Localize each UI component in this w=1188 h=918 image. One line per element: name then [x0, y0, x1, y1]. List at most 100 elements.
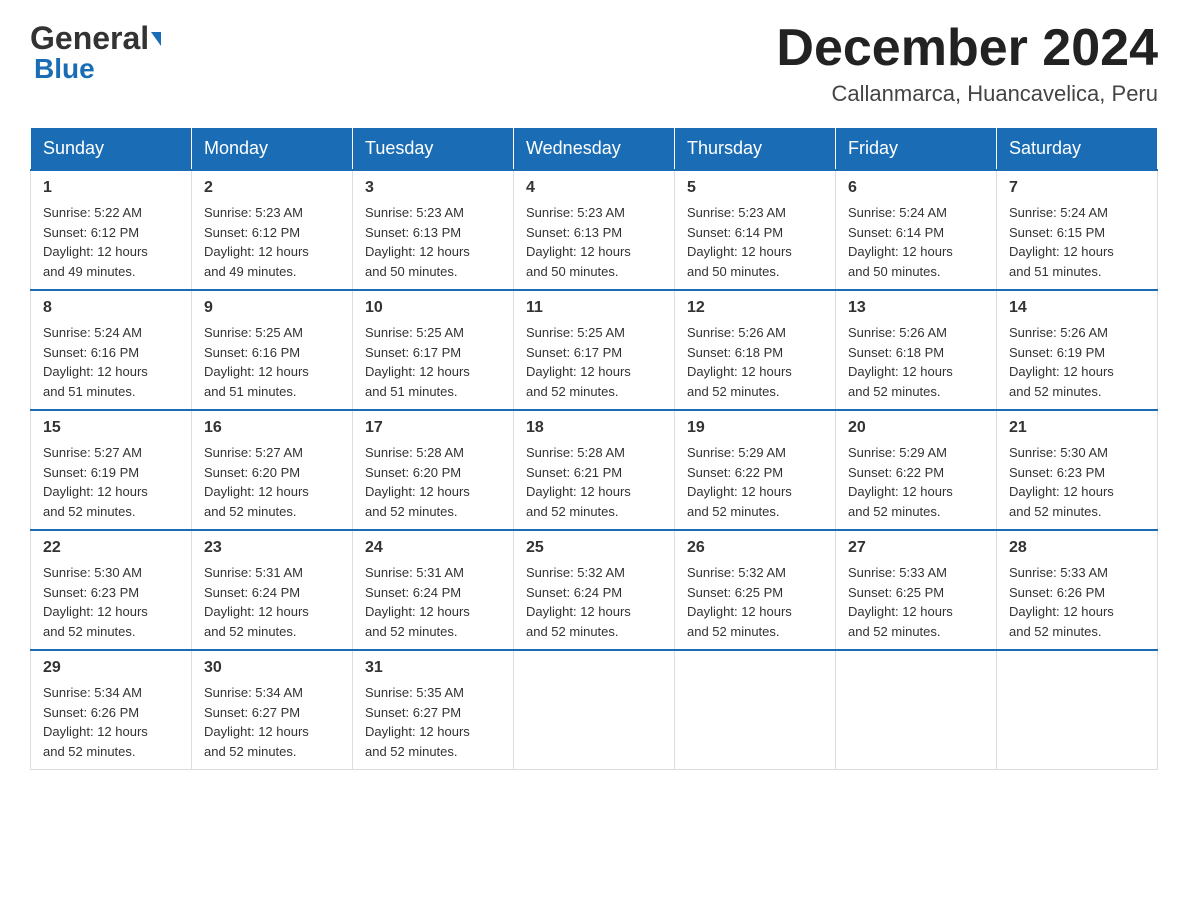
calendar-cell: 23 Sunrise: 5:31 AM Sunset: 6:24 PM Dayl…: [192, 530, 353, 650]
day-info: Sunrise: 5:31 AM Sunset: 6:24 PM Dayligh…: [365, 563, 501, 641]
day-of-week-header: Friday: [836, 128, 997, 171]
day-number: 31: [365, 659, 501, 677]
day-number: 5: [687, 179, 823, 197]
day-number: 2: [204, 179, 340, 197]
day-info: Sunrise: 5:23 AM Sunset: 6:14 PM Dayligh…: [687, 203, 823, 281]
title-block: December 2024 Callanmarca, Huancavelica,…: [776, 20, 1158, 107]
calendar-cell: 29 Sunrise: 5:34 AM Sunset: 6:26 PM Dayl…: [31, 650, 192, 770]
calendar-cell: 24 Sunrise: 5:31 AM Sunset: 6:24 PM Dayl…: [353, 530, 514, 650]
calendar-cell: 21 Sunrise: 5:30 AM Sunset: 6:23 PM Dayl…: [997, 410, 1158, 530]
day-number: 22: [43, 539, 179, 557]
day-info: Sunrise: 5:25 AM Sunset: 6:17 PM Dayligh…: [365, 323, 501, 401]
day-of-week-header: Thursday: [675, 128, 836, 171]
calendar-cell: 13 Sunrise: 5:26 AM Sunset: 6:18 PM Dayl…: [836, 290, 997, 410]
calendar-cell: 17 Sunrise: 5:28 AM Sunset: 6:20 PM Dayl…: [353, 410, 514, 530]
day-number: 10: [365, 299, 501, 317]
day-number: 8: [43, 299, 179, 317]
day-number: 30: [204, 659, 340, 677]
day-number: 29: [43, 659, 179, 677]
calendar-cell: 28 Sunrise: 5:33 AM Sunset: 6:26 PM Dayl…: [997, 530, 1158, 650]
calendar-table: SundayMondayTuesdayWednesdayThursdayFrid…: [30, 127, 1158, 770]
day-info: Sunrise: 5:33 AM Sunset: 6:25 PM Dayligh…: [848, 563, 984, 641]
day-info: Sunrise: 5:29 AM Sunset: 6:22 PM Dayligh…: [848, 443, 984, 521]
day-number: 12: [687, 299, 823, 317]
day-info: Sunrise: 5:23 AM Sunset: 6:12 PM Dayligh…: [204, 203, 340, 281]
calendar-week-row: 15 Sunrise: 5:27 AM Sunset: 6:19 PM Dayl…: [31, 410, 1158, 530]
day-info: Sunrise: 5:28 AM Sunset: 6:20 PM Dayligh…: [365, 443, 501, 521]
month-title: December 2024: [776, 20, 1158, 77]
logo-blue: Blue: [34, 53, 95, 84]
day-number: 16: [204, 419, 340, 437]
calendar-cell: 8 Sunrise: 5:24 AM Sunset: 6:16 PM Dayli…: [31, 290, 192, 410]
day-number: 25: [526, 539, 662, 557]
day-info: Sunrise: 5:26 AM Sunset: 6:19 PM Dayligh…: [1009, 323, 1145, 401]
day-number: 9: [204, 299, 340, 317]
calendar-cell: 4 Sunrise: 5:23 AM Sunset: 6:13 PM Dayli…: [514, 170, 675, 290]
day-info: Sunrise: 5:24 AM Sunset: 6:14 PM Dayligh…: [848, 203, 984, 281]
day-info: Sunrise: 5:30 AM Sunset: 6:23 PM Dayligh…: [1009, 443, 1145, 521]
calendar-cell: 18 Sunrise: 5:28 AM Sunset: 6:21 PM Dayl…: [514, 410, 675, 530]
calendar-cell: 12 Sunrise: 5:26 AM Sunset: 6:18 PM Dayl…: [675, 290, 836, 410]
day-number: 19: [687, 419, 823, 437]
day-number: 20: [848, 419, 984, 437]
calendar-week-row: 29 Sunrise: 5:34 AM Sunset: 6:26 PM Dayl…: [31, 650, 1158, 770]
calendar-cell: 7 Sunrise: 5:24 AM Sunset: 6:15 PM Dayli…: [997, 170, 1158, 290]
day-info: Sunrise: 5:28 AM Sunset: 6:21 PM Dayligh…: [526, 443, 662, 521]
calendar-cell: 11 Sunrise: 5:25 AM Sunset: 6:17 PM Dayl…: [514, 290, 675, 410]
calendar-cell: 20 Sunrise: 5:29 AM Sunset: 6:22 PM Dayl…: [836, 410, 997, 530]
logo-general: General: [30, 20, 149, 57]
day-info: Sunrise: 5:24 AM Sunset: 6:16 PM Dayligh…: [43, 323, 179, 401]
calendar-cell: 31 Sunrise: 5:35 AM Sunset: 6:27 PM Dayl…: [353, 650, 514, 770]
calendar-cell: 6 Sunrise: 5:24 AM Sunset: 6:14 PM Dayli…: [836, 170, 997, 290]
day-number: 28: [1009, 539, 1145, 557]
day-info: Sunrise: 5:25 AM Sunset: 6:17 PM Dayligh…: [526, 323, 662, 401]
day-number: 26: [687, 539, 823, 557]
calendar-cell: 25 Sunrise: 5:32 AM Sunset: 6:24 PM Dayl…: [514, 530, 675, 650]
day-info: Sunrise: 5:29 AM Sunset: 6:22 PM Dayligh…: [687, 443, 823, 521]
calendar-week-row: 1 Sunrise: 5:22 AM Sunset: 6:12 PM Dayli…: [31, 170, 1158, 290]
day-number: 15: [43, 419, 179, 437]
day-info: Sunrise: 5:34 AM Sunset: 6:26 PM Dayligh…: [43, 683, 179, 761]
calendar-cell: 2 Sunrise: 5:23 AM Sunset: 6:12 PM Dayli…: [192, 170, 353, 290]
day-of-week-header: Tuesday: [353, 128, 514, 171]
day-info: Sunrise: 5:23 AM Sunset: 6:13 PM Dayligh…: [365, 203, 501, 281]
day-number: 27: [848, 539, 984, 557]
day-number: 21: [1009, 419, 1145, 437]
day-of-week-header: Sunday: [31, 128, 192, 171]
day-info: Sunrise: 5:35 AM Sunset: 6:27 PM Dayligh…: [365, 683, 501, 761]
day-info: Sunrise: 5:27 AM Sunset: 6:20 PM Dayligh…: [204, 443, 340, 521]
day-info: Sunrise: 5:25 AM Sunset: 6:16 PM Dayligh…: [204, 323, 340, 401]
calendar-cell: [997, 650, 1158, 770]
day-info: Sunrise: 5:23 AM Sunset: 6:13 PM Dayligh…: [526, 203, 662, 281]
calendar-cell: 30 Sunrise: 5:34 AM Sunset: 6:27 PM Dayl…: [192, 650, 353, 770]
day-number: 23: [204, 539, 340, 557]
day-info: Sunrise: 5:24 AM Sunset: 6:15 PM Dayligh…: [1009, 203, 1145, 281]
day-info: Sunrise: 5:32 AM Sunset: 6:24 PM Dayligh…: [526, 563, 662, 641]
day-number: 11: [526, 299, 662, 317]
day-number: 24: [365, 539, 501, 557]
day-info: Sunrise: 5:32 AM Sunset: 6:25 PM Dayligh…: [687, 563, 823, 641]
logo: General Blue: [30, 20, 161, 85]
calendar-cell: 22 Sunrise: 5:30 AM Sunset: 6:23 PM Dayl…: [31, 530, 192, 650]
calendar-cell: 26 Sunrise: 5:32 AM Sunset: 6:25 PM Dayl…: [675, 530, 836, 650]
calendar-cell: 16 Sunrise: 5:27 AM Sunset: 6:20 PM Dayl…: [192, 410, 353, 530]
day-info: Sunrise: 5:26 AM Sunset: 6:18 PM Dayligh…: [848, 323, 984, 401]
calendar-cell: 10 Sunrise: 5:25 AM Sunset: 6:17 PM Dayl…: [353, 290, 514, 410]
calendar-cell: 9 Sunrise: 5:25 AM Sunset: 6:16 PM Dayli…: [192, 290, 353, 410]
day-number: 17: [365, 419, 501, 437]
calendar-cell: 15 Sunrise: 5:27 AM Sunset: 6:19 PM Dayl…: [31, 410, 192, 530]
day-number: 4: [526, 179, 662, 197]
day-number: 14: [1009, 299, 1145, 317]
day-number: 3: [365, 179, 501, 197]
day-info: Sunrise: 5:30 AM Sunset: 6:23 PM Dayligh…: [43, 563, 179, 641]
day-number: 7: [1009, 179, 1145, 197]
calendar-cell: 14 Sunrise: 5:26 AM Sunset: 6:19 PM Dayl…: [997, 290, 1158, 410]
calendar-cell: [514, 650, 675, 770]
day-number: 18: [526, 419, 662, 437]
location-subtitle: Callanmarca, Huancavelica, Peru: [776, 81, 1158, 107]
day-of-week-header: Monday: [192, 128, 353, 171]
calendar-cell: 27 Sunrise: 5:33 AM Sunset: 6:25 PM Dayl…: [836, 530, 997, 650]
calendar-cell: [836, 650, 997, 770]
day-info: Sunrise: 5:34 AM Sunset: 6:27 PM Dayligh…: [204, 683, 340, 761]
day-info: Sunrise: 5:26 AM Sunset: 6:18 PM Dayligh…: [687, 323, 823, 401]
